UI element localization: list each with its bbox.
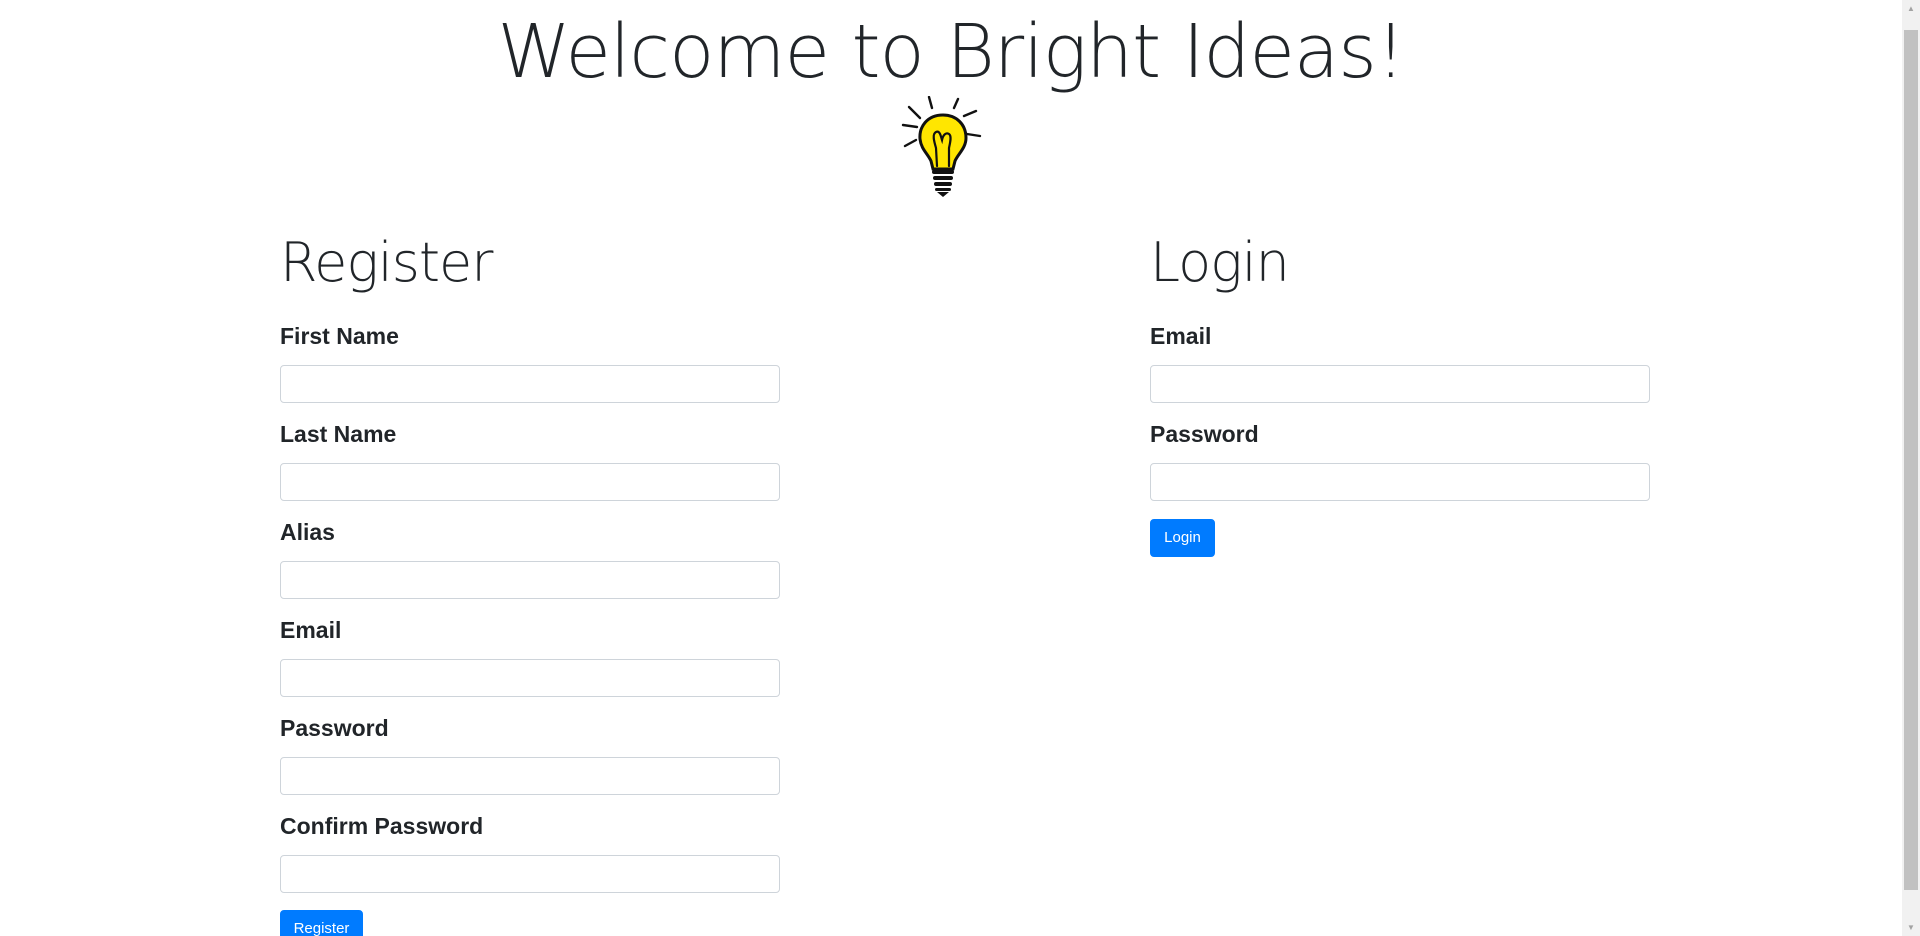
- register-section: Register First Name Last Name Alias Emai…: [280, 228, 780, 936]
- lightbulb-icon: [901, 96, 982, 197]
- register-email-input[interactable]: [280, 659, 780, 697]
- confirm-password-input[interactable]: [280, 855, 780, 893]
- scroll-up-arrow-icon[interactable]: ▲: [1902, 0, 1920, 17]
- page-title: Welcome to Bright Ideas!: [497, 9, 1406, 95]
- login-email-input[interactable]: [1150, 365, 1650, 403]
- login-password-label: Password: [1150, 421, 1259, 447]
- last-name-label: Last Name: [280, 421, 397, 447]
- login-form: Email Password Login: [1150, 322, 1650, 557]
- first-name-label: First Name: [280, 323, 399, 349]
- register-form: First Name Last Name Alias Email Passwor…: [280, 322, 780, 936]
- first-name-input[interactable]: [280, 365, 780, 403]
- alias-label: Alias: [280, 519, 335, 545]
- scrollbar-thumb[interactable]: [1904, 30, 1918, 890]
- login-email-label: Email: [1150, 323, 1212, 349]
- login-password-input[interactable]: [1150, 463, 1650, 501]
- page: Welcome to Bright Ideas! Register First …: [0, 0, 1902, 936]
- last-name-input[interactable]: [280, 463, 780, 501]
- login-button[interactable]: Login: [1150, 519, 1215, 557]
- register-button[interactable]: Register: [280, 910, 363, 936]
- scroll-down-arrow-icon[interactable]: ▼: [1902, 919, 1920, 936]
- confirm-password-label: Confirm Password: [280, 813, 484, 839]
- register-password-input[interactable]: [280, 757, 780, 795]
- login-title: Login: [1150, 231, 1290, 294]
- vertical-scrollbar[interactable]: ▲ ▼: [1902, 0, 1920, 936]
- register-title: Register: [280, 231, 493, 294]
- register-password-label: Password: [280, 715, 389, 741]
- alias-input[interactable]: [280, 561, 780, 599]
- login-section: Login Email Password Login: [1150, 228, 1650, 557]
- register-email-label: Email: [280, 617, 342, 643]
